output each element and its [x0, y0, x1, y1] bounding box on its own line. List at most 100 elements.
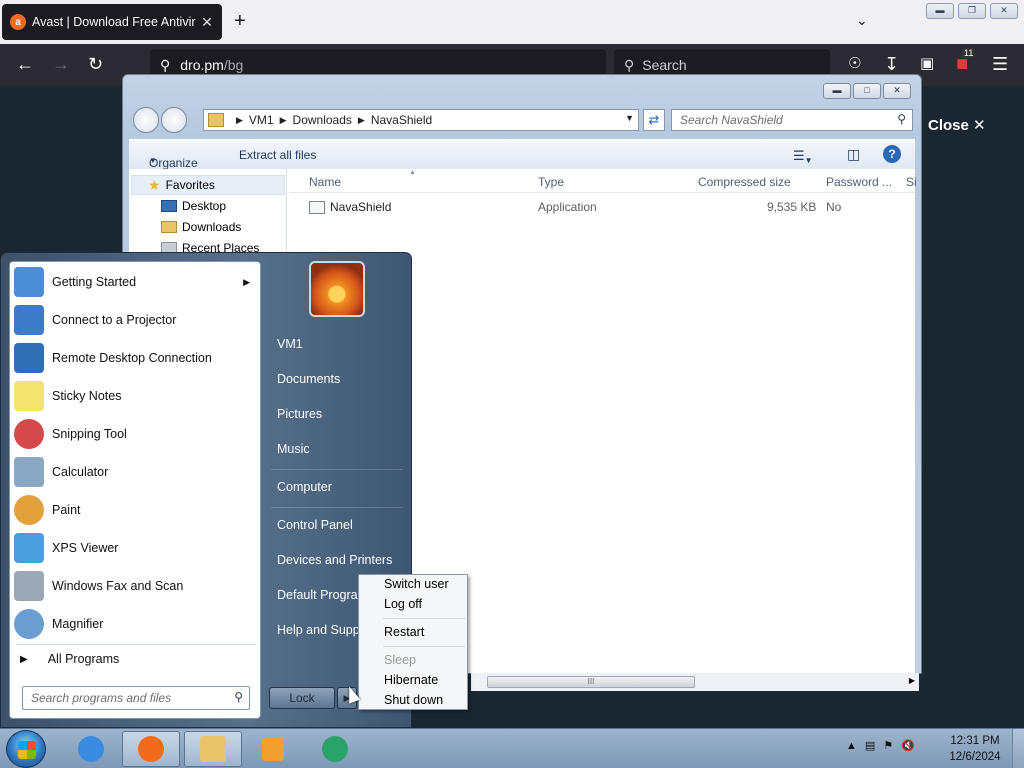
- scroll-grip: III: [587, 677, 595, 686]
- program-connect-projector[interactable]: Connect to a Projector: [14, 302, 258, 338]
- program-snipping-tool[interactable]: Snipping Tool: [14, 416, 258, 452]
- clock-date: 12/6/2024: [949, 751, 1001, 763]
- start-link-pictures[interactable]: Pictures: [277, 407, 322, 421]
- browser-tab[interactable]: a Avast | Download Free Antivirus ✕: [2, 4, 222, 40]
- start-link-devices-printers[interactable]: Devices and Printers: [277, 553, 392, 567]
- nav-item-label: Downloads: [182, 220, 242, 234]
- start-link-vm1[interactable]: VM1: [277, 337, 303, 351]
- show-hidden-icons-icon[interactable]: ▲: [846, 740, 857, 752]
- column-header-password[interactable]: Password ...: [826, 175, 892, 189]
- view-options-icon[interactable]: ☰ ▼: [793, 148, 813, 165]
- power-options-menu: Switch user Log off Restart Sleep Hibern…: [358, 574, 468, 710]
- clock-time: 12:31 PM: [950, 735, 1000, 747]
- program-sticky-notes[interactable]: Sticky Notes: [14, 378, 258, 414]
- downloads-icon[interactable]: ↧: [884, 54, 899, 74]
- reload-icon[interactable]: ↻: [88, 54, 103, 74]
- nav-item-downloads[interactable]: Downloads: [161, 220, 241, 234]
- start-link-documents[interactable]: Documents: [277, 372, 340, 386]
- start-button[interactable]: [6, 730, 46, 768]
- back-icon[interactable]: ←: [16, 54, 34, 74]
- explorer-refresh-button[interactable]: ⇄: [643, 109, 665, 131]
- extract-all-button[interactable]: Extract all files: [239, 148, 316, 162]
- program-remote-desktop[interactable]: Remote Desktop Connection: [14, 340, 258, 376]
- close-window-button[interactable]: ✕: [990, 3, 1018, 19]
- start-link-music[interactable]: Music: [277, 442, 310, 456]
- breadcrumb-arrow-icon: ▶: [357, 114, 365, 125]
- column-header-compressed-size[interactable]: Compressed size: [698, 175, 791, 189]
- menu-item-shut-down[interactable]: Shut down: [384, 693, 443, 707]
- horizontal-scrollbar[interactable]: III ▶: [471, 673, 919, 691]
- pocket-icon[interactable]: ☉: [848, 54, 861, 74]
- column-header-type[interactable]: Type: [538, 175, 564, 189]
- taskbar-media-player[interactable]: [244, 731, 302, 767]
- new-tab-button[interactable]: +: [234, 10, 246, 32]
- restore-button[interactable]: ❐: [958, 3, 986, 19]
- file-name: NavaShield: [330, 200, 392, 214]
- program-label: Magnifier: [52, 617, 104, 631]
- menu-separator: [383, 618, 465, 619]
- explorer-back-button[interactable]: [133, 107, 159, 133]
- avast-favicon-icon: a: [10, 14, 26, 30]
- breadcrumb-item[interactable]: Downloads: [293, 113, 352, 127]
- column-header-size[interactable]: Si: [906, 175, 917, 189]
- program-paint[interactable]: Paint: [14, 492, 258, 528]
- menu-item-restart[interactable]: Restart: [384, 625, 424, 639]
- explorer-forward-button[interactable]: [161, 107, 187, 133]
- explorer-search-input[interactable]: Search NavaShield ⚲: [671, 109, 913, 131]
- start-search-input[interactable]: Search programs and files ⚲: [22, 686, 250, 710]
- taskbar-windows-explorer[interactable]: [184, 731, 242, 767]
- menu-item-switch-user[interactable]: Switch user: [384, 577, 449, 591]
- browser-tab-strip: a Avast | Download Free Antivirus ✕ + ⌄ …: [0, 0, 1024, 44]
- show-desktop-button[interactable]: [1012, 729, 1024, 768]
- explorer-close-button[interactable]: ✕: [883, 83, 911, 99]
- taskbar-avast-setup[interactable]: [306, 731, 364, 767]
- minimize-button[interactable]: ▬: [926, 3, 954, 19]
- preview-pane-icon[interactable]: ◫: [847, 146, 860, 163]
- menu-item-hibernate[interactable]: Hibernate: [384, 673, 438, 687]
- start-right-divider: [271, 507, 403, 508]
- user-avatar[interactable]: [309, 261, 365, 317]
- lock-button[interactable]: Lock: [269, 687, 335, 709]
- extensions-icon[interactable]: ▣: [920, 54, 934, 74]
- forward-icon[interactable]: →: [52, 54, 70, 74]
- overlay-close-label: Close: [928, 117, 969, 134]
- taskbar-clock[interactable]: 12:31 PM 12/6/2024: [940, 733, 1010, 765]
- program-fax-scan[interactable]: Windows Fax and Scan: [14, 568, 258, 604]
- tab-title: Avast | Download Free Antivirus: [32, 15, 196, 29]
- address-dropdown-icon[interactable]: ▼: [625, 113, 634, 123]
- breadcrumb-item[interactable]: NavaShield: [371, 113, 432, 127]
- start-link-computer[interactable]: Computer: [277, 480, 332, 494]
- favorites-header[interactable]: ★ Favorites: [131, 175, 285, 195]
- breadcrumb-item[interactable]: VM1: [249, 113, 274, 127]
- program-getting-started[interactable]: Getting Started ▶: [14, 264, 258, 300]
- program-calculator[interactable]: Calculator: [14, 454, 258, 490]
- program-magnifier[interactable]: Magnifier: [14, 606, 258, 642]
- column-header-name[interactable]: Name: [309, 175, 341, 189]
- scrollbar-thumb[interactable]: III: [487, 676, 695, 688]
- menu-hamburger-icon[interactable]: ☰: [992, 54, 1008, 74]
- taskbar-internet-explorer[interactable]: [62, 731, 120, 767]
- volume-muted-icon[interactable]: 🔇: [901, 739, 915, 752]
- tab-close-icon[interactable]: ✕: [200, 14, 214, 31]
- remote-desktop-icon: [14, 343, 44, 373]
- program-xps-viewer[interactable]: XPS Viewer: [14, 530, 258, 566]
- explorer-address-bar[interactable]: ▶ VM1 ▶ Downloads ▶ NavaShield ▼: [203, 109, 639, 131]
- program-label: Snipping Tool: [52, 427, 127, 441]
- list-all-tabs-icon[interactable]: ⌄: [856, 12, 868, 29]
- action-center-flag-icon[interactable]: ⚑: [883, 739, 893, 752]
- overlay-close-button[interactable]: Close ✕: [928, 116, 986, 134]
- menu-item-log-off[interactable]: Log off: [384, 597, 422, 611]
- all-programs-button[interactable]: ▶ All Programs: [20, 652, 119, 666]
- start-link-control-panel[interactable]: Control Panel: [277, 518, 353, 532]
- network-icon[interactable]: ▤: [865, 739, 875, 752]
- help-icon[interactable]: ?: [883, 145, 901, 163]
- breadcrumb-arrow-icon: ▶: [236, 114, 243, 125]
- taskbar-firefox[interactable]: [122, 731, 180, 767]
- close-icon: ✕: [973, 117, 986, 134]
- explorer-maximize-button[interactable]: □: [853, 83, 881, 99]
- magnifier-icon: [14, 609, 44, 639]
- explorer-minimize-button[interactable]: ▬: [823, 83, 851, 99]
- scroll-right-arrow-icon[interactable]: ▶: [909, 676, 915, 685]
- nav-item-desktop[interactable]: Desktop: [161, 199, 226, 213]
- file-row[interactable]: NavaShield Application 9,535 KB No: [289, 197, 915, 219]
